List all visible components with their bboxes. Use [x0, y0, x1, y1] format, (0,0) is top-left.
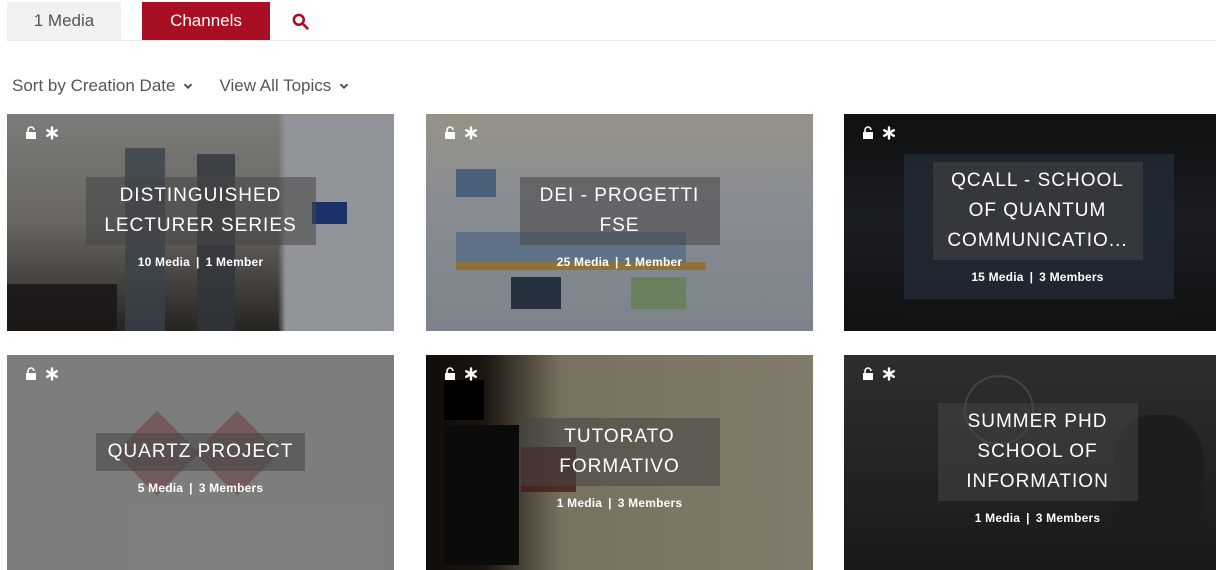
channel-title: QUARTZ PROJECT [95, 432, 306, 471]
sort-dropdown[interactable]: Sort by Creation Date [12, 76, 193, 96]
chevron-down-icon [340, 83, 349, 89]
channel-stats: 15 Media | 3 Members [971, 269, 1104, 284]
tab-media[interactable]: 1 Media [7, 2, 121, 40]
search-button[interactable] [270, 2, 330, 40]
channel-title: QCALL - SCHOOL OF QUANTUM COMMUNICATIO..… [932, 161, 1143, 260]
channel-card[interactable]: DISTINGUISHED LECTURER SERIES 10 Media | 1… [7, 114, 394, 331]
channel-stats: 1 Media | 3 Members [556, 495, 683, 510]
filter-bar: Sort by Creation Date View All Topics [12, 76, 349, 96]
channel-card[interactable]: DEI - PROGETTI FSE 25 Media | 1 Member [426, 114, 813, 331]
channel-card[interactable]: SUMMER PHD SCHOOL OF INFORMATION 1 Media… [844, 355, 1216, 570]
channel-stats: 10 Media | 1 Member [137, 254, 264, 269]
channel-title: TUTORATO FORMATIVO [519, 417, 720, 486]
channel-stats: 1 Media | 3 Members [974, 510, 1101, 525]
channel-card[interactable]: TUTORATO FORMATIVO 1 Media | 3 Members [426, 355, 813, 570]
tabs-divider [7, 40, 1216, 41]
channel-stats: 25 Media | 1 Member [556, 254, 683, 269]
tab-bar: 1 Media Channels [7, 2, 330, 40]
topics-label: View All Topics [219, 76, 332, 95]
channel-card[interactable]: QUARTZ PROJECT 5 Media | 3 Members [7, 355, 394, 570]
chevron-down-icon [184, 83, 193, 89]
search-icon [292, 13, 309, 30]
channel-title: SUMMER PHD SCHOOL OF INFORMATION [937, 402, 1138, 501]
sort-label: Sort by Creation Date [12, 76, 176, 95]
channel-card[interactable]: QCALL - SCHOOL OF QUANTUM COMMUNICATIO..… [844, 114, 1216, 331]
tab-channels[interactable]: Channels [142, 2, 270, 40]
channel-title: DEI - PROGETTI FSE [519, 176, 720, 245]
topics-dropdown[interactable]: View All Topics [219, 76, 349, 96]
channel-title: DISTINGUISHED LECTURER SERIES [85, 176, 316, 245]
channel-stats: 5 Media | 3 Members [137, 480, 264, 495]
